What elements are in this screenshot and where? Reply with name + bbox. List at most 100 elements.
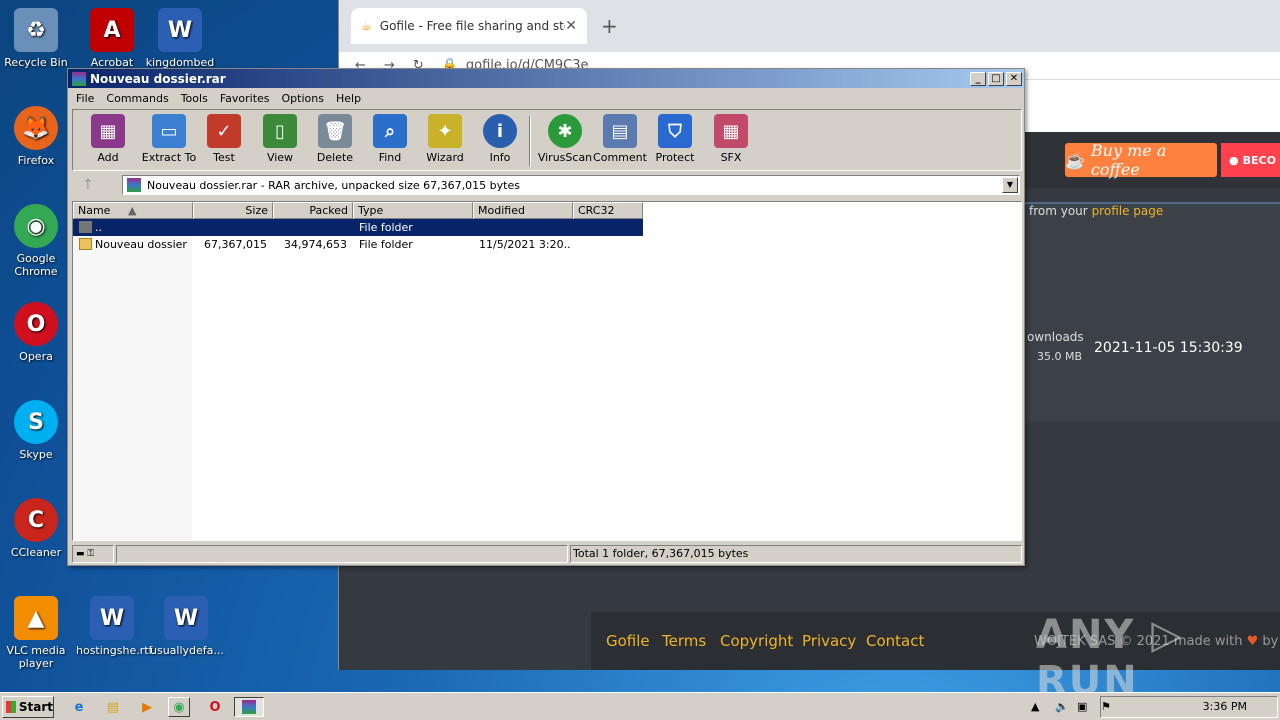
file-explorer-icon[interactable]: ▤ [102,697,124,717]
status-total-text: Total 1 folder, 67,367,015 bytes [570,545,1022,563]
opera-icon[interactable]: O [204,697,226,717]
add-button[interactable]: ▦ Add [79,114,137,164]
desktop-icon-acrobat[interactable]: A Acrobat [76,8,148,69]
menu-file[interactable]: File [70,92,100,105]
minimize-button[interactable]: _ [970,71,986,86]
column-header-crc32[interactable]: CRC32 [573,202,643,219]
tool-label: SFX [720,151,742,164]
become-patron-button[interactable]: ● BECO [1221,143,1280,177]
menu-bar: File Commands Tools Favorites Options He… [68,88,1024,108]
table-row[interactable]: Nouveau dossier 67,367,015 34,974,653 Fi… [73,236,643,253]
column-header-label: Packed [309,204,348,217]
footer-link-contact[interactable]: Contact [866,632,924,650]
info-button[interactable]: i Info [471,114,529,164]
menu-commands[interactable]: Commands [100,92,174,105]
network-icon[interactable]: ▣ [1077,700,1087,713]
protect-button[interactable]: ⛉ Protect [646,114,704,164]
name-column-background [73,219,192,540]
file-size: 35.0 MB [1037,350,1083,363]
protect-icon: ⛉ [658,114,692,148]
desktop-icon-vlc[interactable]: ▲ VLC media player [0,596,72,670]
cell-name: Nouveau dossier [95,238,187,251]
column-header-packed[interactable]: Packed [273,202,353,219]
volume-icon[interactable]: 🔈 [1055,700,1069,713]
sfx-button[interactable]: ▦ SFX [702,114,760,164]
close-tab-icon[interactable]: ✕ [565,18,577,34]
start-label: Start [18,700,53,714]
column-header-name[interactable]: Name ▲ [73,202,193,219]
desktop-icon-opera[interactable]: O Opera [0,302,72,363]
upload-date: 2021-11-05 15:30:39 [1094,340,1243,356]
start-button[interactable]: Start [2,696,54,718]
footer-link-terms[interactable]: Terms [662,632,706,650]
tool-label: Add [97,151,119,164]
new-tab-icon[interactable]: + [601,14,618,38]
extract-to-icon: ▭ [152,114,186,148]
delete-icon: 🗑 [318,114,352,148]
find-button[interactable]: ⌕ Find [361,114,419,164]
up-one-level-icon[interactable]: ↑ [82,177,102,193]
desktop-icon-chrome[interactable]: ◉ Google Chrome [0,204,72,278]
desktop-icon-skype[interactable]: S Skype [0,400,72,461]
extract-to-button[interactable]: ▭ Extract To [137,114,201,164]
wizard-icon: ✦ [428,114,462,148]
maximize-button[interactable]: □ [988,71,1004,86]
desktop-icon-label: Recycle Bin [4,56,68,69]
footer-link-gofile[interactable]: Gofile [606,632,650,650]
clock[interactable]: 3:36 PM [1203,700,1247,713]
column-header-size[interactable]: Size [193,202,273,219]
action-center-flag-icon[interactable]: ⚑ [1101,700,1111,713]
table-row[interactable]: .. File folder [73,219,643,236]
buy-me-a-coffee-button[interactable]: ☕ Buy me a coffee [1065,141,1217,179]
menu-favorites[interactable]: Favorites [214,92,276,105]
profile-hint-text: from your [1029,204,1088,218]
archive-path-combobox[interactable]: Nouveau dossier.rar - RAR archive, unpac… [122,175,1020,195]
word-document-icon: W [158,8,202,52]
tab-title: Gofile - Free file sharing and storage [379,19,566,33]
test-button[interactable]: ✓ Test [195,114,253,164]
menu-help[interactable]: Help [330,92,367,105]
title-bar[interactable]: Nouveau dossier.rar _ □ ✕ [68,69,1024,88]
menu-tools[interactable]: Tools [175,92,214,105]
desktop-icon-ccleaner[interactable]: C CCleaner [0,498,72,559]
cell-packed: 34,974,653 [284,238,347,251]
tool-label: Wizard [426,151,464,164]
comment-button[interactable]: ▤ Comment [591,114,649,164]
winrar-icon [242,700,256,714]
virusscan-button[interactable]: ✱ VirusScan [533,114,597,164]
browser-tab[interactable]: ☕ Gofile - Free file sharing and storage… [351,8,587,44]
winrar-taskbar-icon[interactable] [234,697,264,717]
show-hidden-icons-icon[interactable]: ▲ [1031,700,1039,713]
tool-label: Protect [655,151,695,164]
desktop-icon-recycle-bin[interactable]: ♻ Recycle Bin [0,8,72,69]
profile-page-link[interactable]: profile page [1092,204,1164,218]
chevron-down-icon[interactable]: ▼ [1002,177,1018,193]
winrar-window: Nouveau dossier.rar _ □ ✕ File Commands … [67,68,1025,566]
footer-link-privacy[interactable]: Privacy [802,632,856,650]
view-button[interactable]: ▯ View [251,114,309,164]
find-icon: ⌕ [373,114,407,148]
menu-options[interactable]: Options [276,92,330,105]
wizard-button[interactable]: ✦ Wizard [416,114,474,164]
delete-button[interactable]: 🗑 Delete [306,114,364,164]
close-button[interactable]: ✕ [1006,71,1022,86]
opera-icon: O [14,302,58,346]
column-header-type[interactable]: Type [353,202,473,219]
test-icon: ✓ [207,114,241,148]
desktop-icon-label: Firefox [17,154,55,167]
buy-coffee-label: Buy me a coffee [1090,141,1167,179]
desktop-icon-usuallydefa[interactable]: W usuallydefa... [150,596,224,657]
chrome-icon[interactable]: ◉ [168,697,190,717]
footer-link-copyright[interactable]: Copyright [720,632,793,650]
drive-key-indicator[interactable]: ▬ ⚿ [72,545,114,563]
tool-label: Info [489,151,511,164]
desktop-icon-hostingshe[interactable]: W hostingshe.rtf [76,596,152,657]
media-player-icon[interactable]: ▶ [136,697,158,717]
status-bar: ▬ ⚿ Total 1 folder, 67,367,015 bytes [72,545,1022,563]
tab-strip: ☕ Gofile - Free file sharing and storage… [339,0,1280,52]
column-header-modified[interactable]: Modified [473,202,573,219]
desktop-icon-kingdombed[interactable]: W kingdombed [144,8,216,69]
desktop-icon-firefox[interactable]: 🦊 Firefox [0,106,72,167]
internet-explorer-icon[interactable]: e [68,697,90,717]
recycle-bin-icon: ♻ [14,8,58,52]
